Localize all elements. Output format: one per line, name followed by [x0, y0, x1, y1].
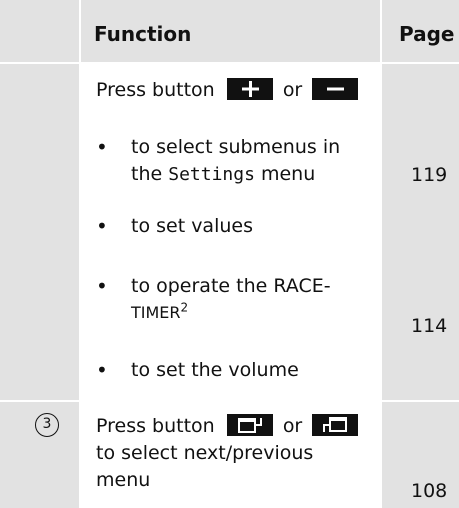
row2-intro-or: or	[282, 415, 303, 437]
bullet-icon: •	[96, 358, 108, 382]
footnote-marker: 2	[180, 300, 189, 315]
row2-line2: to select next/previous	[96, 442, 314, 464]
function-table: Function Page Press button or • to selec…	[0, 0, 459, 508]
racetimer-label: TIMER	[131, 303, 181, 322]
row2-intro-prefix: Press button	[96, 415, 215, 437]
function-column-header: Function	[94, 22, 192, 46]
row1-marker-cell	[0, 64, 79, 400]
bullet-icon: •	[96, 274, 108, 298]
bullet-icon: •	[96, 135, 108, 159]
circled-number-3: 3	[35, 413, 59, 437]
bullet1-line2: the Settings menu	[131, 161, 315, 188]
row1-intro: Press button or	[96, 77, 359, 103]
bullet1-line2-suffix: menu	[260, 163, 316, 185]
page-column-header: Page	[399, 22, 455, 46]
row1-intro-or: or	[282, 79, 303, 101]
row2-line3: menu	[96, 469, 151, 491]
bullet3-line1: to operate the RACE-	[131, 275, 331, 297]
minus-button-icon	[312, 78, 359, 100]
plus-button-icon	[226, 78, 273, 100]
bullet-icon: •	[96, 214, 108, 238]
bullet1-page: 119	[411, 164, 448, 186]
header-cell-marker	[0, 0, 79, 62]
settings-menu-name: Settings	[168, 164, 255, 185]
bullet3-page: 114	[411, 315, 448, 337]
row1-page-cell	[382, 64, 459, 400]
bullet4-line1: to set the volume	[131, 359, 299, 381]
next-menu-button-icon	[226, 414, 273, 436]
bullet2-line1: to set values	[131, 215, 253, 237]
header-cell-page: Page	[382, 0, 459, 62]
previous-menu-button-icon	[312, 414, 359, 436]
bullet1-line2-prefix: the	[131, 163, 163, 185]
row2-page: 108	[411, 480, 448, 502]
header-cell-function: Function	[81, 0, 380, 62]
bullet1-line1: to select submenus in	[131, 136, 341, 158]
row1-intro-prefix: Press button	[96, 79, 215, 101]
bullet3-line2: TIMER2	[131, 300, 188, 326]
row2-intro: Press button or	[96, 413, 359, 439]
